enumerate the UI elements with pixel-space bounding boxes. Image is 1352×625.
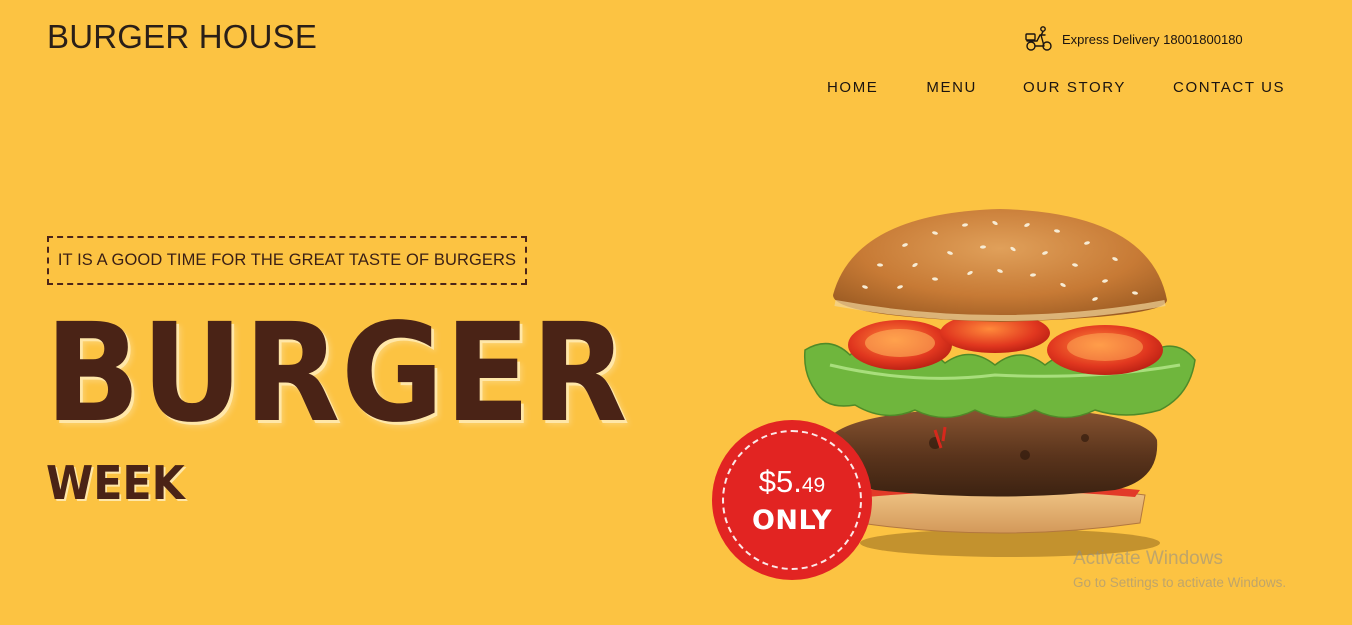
express-delivery-info: Express Delivery 18001800180 [1024, 25, 1243, 53]
price-only-label: ONLY [751, 505, 833, 536]
delivery-phone-text: Express Delivery 18001800180 [1062, 31, 1243, 47]
price-badge: $5.49 ONLY [712, 420, 872, 580]
hero-tagline: IT IS A GOOD TIME FOR THE GREAT TASTE OF… [47, 236, 527, 285]
nav-contact-us[interactable]: CONTACT US [1173, 79, 1285, 96]
nav-home[interactable]: HOME [827, 79, 878, 96]
main-nav: HOME MENU OUR STORY CONTACT US [827, 79, 1285, 96]
site-brand[interactable]: BURGER HOUSE [47, 18, 317, 56]
hero-headline-sub: WEEK [46, 456, 185, 510]
price-badge-content: $5.49 ONLY [752, 466, 832, 534]
price-amount: $5. [758, 464, 802, 499]
hero-headline-main: BURGER [45, 295, 629, 453]
nav-menu[interactable]: MENU [926, 79, 977, 96]
activate-windows-watermark: Activate Windows Go to Settings to activ… [1073, 548, 1286, 590]
scooter-delivery-icon [1025, 26, 1052, 51]
activate-windows-title: Activate Windows [1073, 548, 1223, 569]
hero-tagline-text: IT IS A GOOD TIME FOR THE GREAT TASTE OF… [57, 251, 517, 269]
activate-windows-subtitle: Go to Settings to activate Windows. [1073, 575, 1287, 590]
nav-our-story[interactable]: OUR STORY [1023, 79, 1126, 96]
price-cents: 49 [801, 474, 826, 497]
price-line: $5.49 [752, 466, 832, 497]
